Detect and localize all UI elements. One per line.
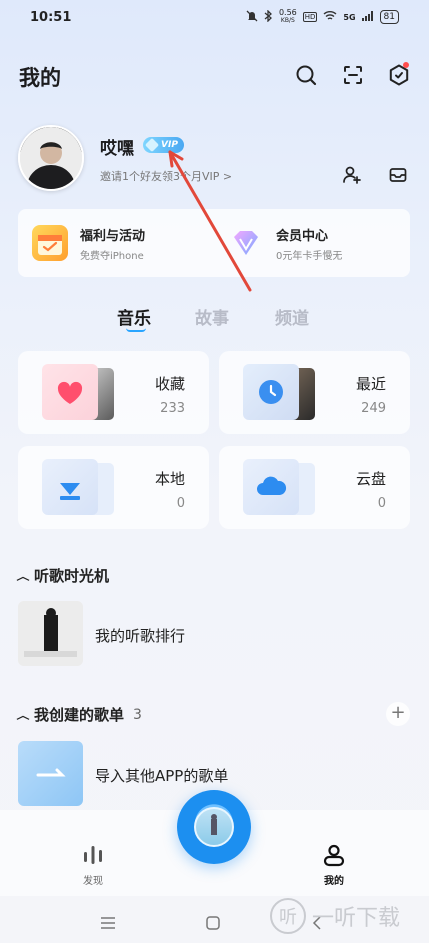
page-title: 我的	[19, 66, 61, 90]
library-favorites[interactable]: 收藏 233	[18, 351, 209, 434]
local-count: 0	[176, 496, 185, 511]
status-icons: 0.56 KB/S HD 5G 81	[246, 9, 399, 25]
time-machine-title: 听歌时光机	[34, 567, 110, 585]
cloud-icon	[243, 459, 299, 515]
add-playlist-button[interactable]: +	[386, 702, 410, 726]
listening-rank-label[interactable]: 我的听歌排行	[95, 625, 185, 646]
bluetooth-icon	[264, 8, 273, 25]
tab-channels[interactable]: 频道	[275, 304, 309, 329]
album-art	[194, 807, 234, 847]
welfare-title: 福利与活动	[80, 228, 146, 244]
invite-link[interactable]: 邀请1个好友领3个月VIP >	[100, 168, 232, 184]
welfare-subtitle: 免费夺iPhone	[80, 250, 144, 262]
nav-mine[interactable]: 我的	[304, 842, 364, 887]
benefits-card: 福利与活动 免费夺iPhone 会员中心 0元年卡手慢无	[18, 209, 410, 277]
member-center-subtitle: 0元年卡手慢无	[276, 250, 343, 262]
favorites-count: 233	[160, 401, 185, 416]
download-icon	[42, 459, 98, 515]
my-playlists-header[interactable]: ︿ 我创建的歌单 3	[16, 704, 142, 725]
wifi-icon	[323, 10, 337, 24]
signal-icon	[361, 10, 374, 24]
net-speed: 0.56 KB/S	[278, 8, 297, 25]
user-name[interactable]: 哎嘿	[100, 134, 134, 159]
diamond-icon	[144, 137, 160, 153]
status-bar: 10:51 0.56 KB/S HD 5G 81	[0, 0, 429, 36]
nav-discover[interactable]: 发现	[63, 842, 123, 887]
user-icon	[304, 842, 364, 868]
welfare-activity-item[interactable]: 福利与活动 免费夺iPhone	[32, 209, 145, 277]
status-time: 10:51	[30, 10, 72, 25]
scan-icon[interactable]	[341, 63, 365, 87]
add-friend-icon[interactable]	[342, 165, 362, 185]
vip-diamond-icon	[228, 225, 264, 261]
chevron-up-icon: ︿	[16, 572, 30, 583]
notification-dot	[403, 62, 409, 68]
avatar[interactable]	[18, 125, 84, 191]
time-machine-header[interactable]: ︿ 听歌时光机	[16, 565, 110, 586]
tab-music[interactable]: 音乐	[117, 304, 151, 329]
search-icon[interactable]	[294, 63, 318, 87]
library-cloud[interactable]: 云盘 0	[219, 446, 410, 529]
menu-icon[interactable]	[100, 915, 116, 934]
my-playlists-count: 3	[133, 706, 142, 723]
my-playlists-title: 我创建的歌单	[34, 706, 125, 724]
clock-icon	[243, 364, 299, 420]
watermark-text: 一听下载	[312, 906, 401, 931]
library-local[interactable]: 本地 0	[18, 446, 209, 529]
tab-active-indicator	[126, 328, 146, 332]
hd-icon: HD	[302, 12, 318, 22]
watermark: 听 一听下载	[270, 898, 400, 934]
signal-5g: 5G	[343, 12, 356, 22]
import-playlist-label[interactable]: 导入其他APP的歌单	[95, 765, 228, 786]
heart-icon	[42, 364, 98, 420]
listening-rank-cover[interactable]	[18, 601, 83, 666]
favorites-label: 收藏	[154, 375, 185, 393]
battery-indicator: 81	[379, 10, 399, 24]
cloud-label: 云盘	[355, 470, 386, 488]
settings-icon[interactable]	[387, 62, 411, 87]
library-recent[interactable]: 最近 249	[219, 351, 410, 434]
local-label: 本地	[154, 470, 185, 488]
member-center-title: 会员中心	[276, 228, 329, 244]
cloud-count: 0	[377, 496, 386, 511]
member-center-item[interactable]: 会员中心 0元年卡手慢无	[228, 209, 342, 277]
home-icon[interactable]	[206, 915, 220, 934]
recent-count: 249	[361, 401, 386, 416]
watermark-logo: 听	[270, 898, 306, 934]
tab-stories[interactable]: 故事	[195, 304, 229, 329]
gift-calendar-icon	[32, 225, 68, 261]
import-playlist-cover[interactable]	[18, 741, 83, 806]
mute-icon	[246, 10, 258, 25]
vip-badge[interactable]: VIP	[143, 137, 184, 153]
chevron-up-icon: ︿	[16, 711, 30, 722]
now-playing-button[interactable]	[177, 790, 251, 864]
mail-icon[interactable]	[388, 165, 408, 185]
equalizer-icon	[63, 842, 123, 868]
recent-label: 最近	[355, 375, 386, 393]
